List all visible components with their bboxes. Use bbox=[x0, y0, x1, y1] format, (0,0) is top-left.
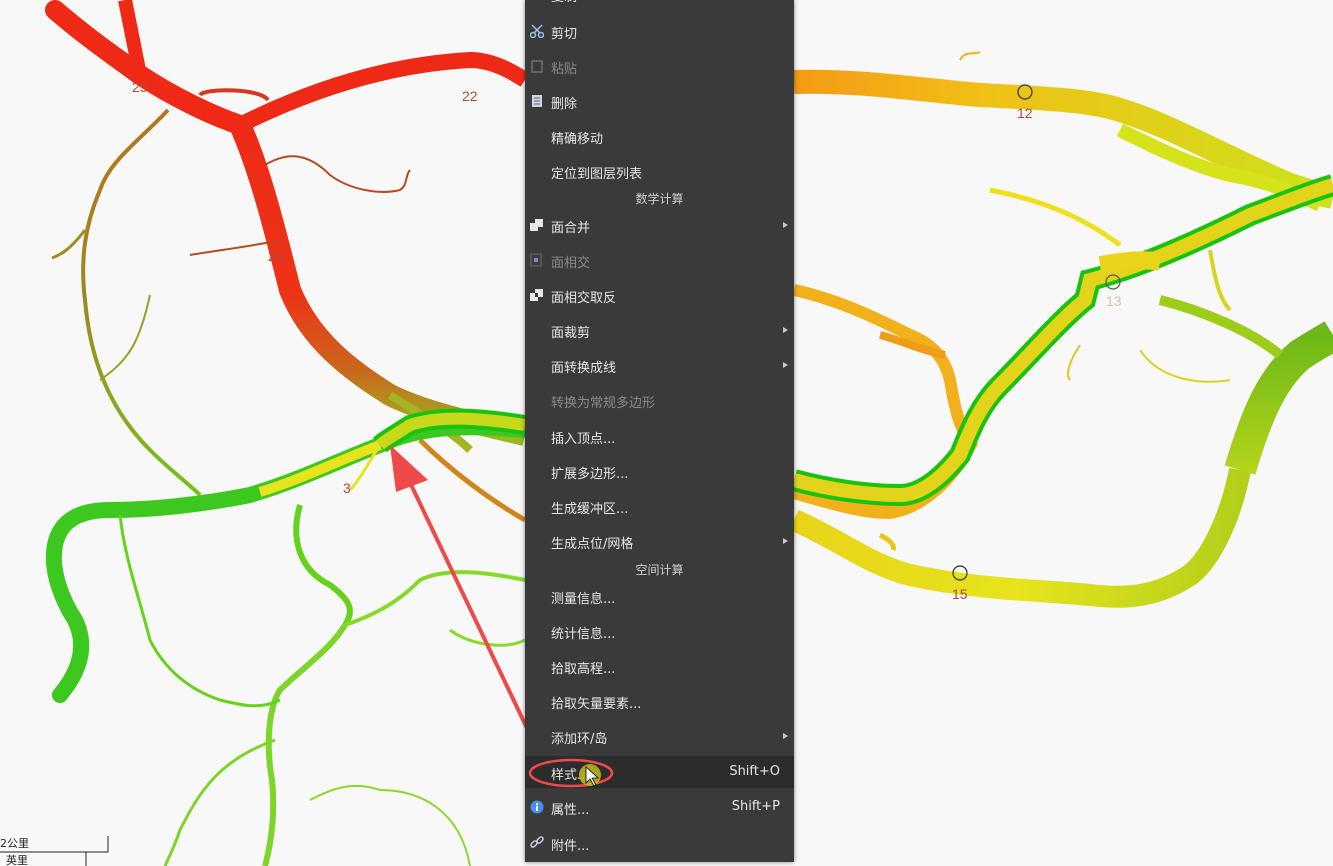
menu-item-pick-elevation[interactable]: 拾取高程... bbox=[525, 650, 794, 682]
menu-item-buffer[interactable]: 生成缓冲区... bbox=[525, 490, 794, 522]
menu-item-measure[interactable]: 测量信息... bbox=[525, 580, 794, 612]
link-icon bbox=[530, 836, 544, 850]
menu-item-expand-polygon[interactable]: 扩展多边形... bbox=[525, 455, 794, 487]
node-label-22: 22 bbox=[462, 88, 478, 104]
xor-icon bbox=[530, 288, 544, 302]
menu-item-copy[interactable]: 复制 bbox=[525, 0, 794, 10]
menu-item-convert-regular-polygon[interactable]: 转换为常规多边形 bbox=[525, 384, 794, 416]
menu-item-polygon-to-line[interactable]: 面转换成线 bbox=[525, 349, 794, 381]
menu-item-statistics[interactable]: 统计信息... bbox=[525, 615, 794, 647]
node-label-23: 23 bbox=[268, 248, 284, 264]
scale-label-mile: 英里 bbox=[6, 853, 28, 866]
paste-icon bbox=[530, 59, 544, 73]
menu-item-attachments[interactable]: 附件... bbox=[525, 827, 794, 859]
node-label-13: 13 bbox=[1106, 293, 1122, 309]
menu-item-insert-vertex[interactable]: 插入顶点... bbox=[525, 420, 794, 452]
shortcut-style: Shift+O bbox=[729, 764, 780, 779]
submenu-arrow-icon bbox=[783, 538, 788, 544]
scissors-icon bbox=[529, 24, 545, 39]
section-header-math: 数学计算 bbox=[635, 192, 684, 206]
delete-icon bbox=[530, 94, 544, 108]
merge-icon bbox=[530, 218, 544, 232]
node-label-25: 25 bbox=[132, 79, 148, 95]
menu-item-polygon-clip[interactable]: 面裁剪 bbox=[525, 314, 794, 346]
menu-item-delete[interactable]: 删除 bbox=[525, 85, 794, 117]
node-label-12: 12 bbox=[1017, 105, 1033, 121]
copy-icon bbox=[530, 0, 544, 1]
highlight-ellipse bbox=[528, 758, 614, 788]
menu-item-cut[interactable]: 剪切 bbox=[525, 15, 794, 47]
river-network-green bbox=[45, 419, 533, 866]
menu-item-points-grid[interactable]: 生成点位/网格 bbox=[525, 525, 794, 557]
node-label-3: 3 bbox=[343, 480, 351, 496]
intersect-icon bbox=[530, 253, 544, 267]
river-network-right bbox=[789, 51, 1333, 608]
menu-item-precise-move[interactable]: 精确移动 bbox=[525, 120, 794, 152]
context-menu: 复制 剪切 粘贴 删除 精确移动 定位到图层列表 数学计算 面合并 面相交 bbox=[525, 0, 794, 862]
submenu-arrow-icon bbox=[783, 222, 788, 228]
scale-bar: 2公里 英里 bbox=[0, 836, 109, 866]
menu-item-polygon-intersect[interactable]: 面相交 bbox=[525, 244, 794, 276]
menu-item-paste[interactable]: 粘贴 bbox=[525, 50, 794, 82]
menu-item-add-ring-island[interactable]: 添加环/岛 bbox=[525, 720, 794, 752]
section-header-spatial: 空间计算 bbox=[635, 563, 684, 577]
menu-item-polygon-merge[interactable]: 面合并 bbox=[525, 209, 794, 241]
scale-label-km: 2公里 bbox=[0, 837, 29, 850]
annotation-arrow bbox=[390, 445, 537, 747]
node-label-15: 15 bbox=[952, 586, 968, 602]
submenu-arrow-icon bbox=[783, 327, 788, 333]
menu-item-locate-layer[interactable]: 定位到图层列表 bbox=[525, 155, 794, 187]
menu-item-polygon-xor[interactable]: 面相交取反 bbox=[525, 279, 794, 311]
shortcut-properties: Shift+P bbox=[731, 799, 780, 814]
river-network-left bbox=[45, 0, 530, 523]
info-icon bbox=[530, 800, 544, 814]
menu-item-properties[interactable]: 属性... Shift+P bbox=[525, 791, 794, 823]
menu-item-pick-vector[interactable]: 拾取矢量要素... bbox=[525, 685, 794, 717]
menu-item-style[interactable]: 样式... Shift+O bbox=[525, 756, 794, 788]
submenu-arrow-icon bbox=[783, 362, 788, 368]
submenu-arrow-icon bbox=[783, 733, 788, 739]
